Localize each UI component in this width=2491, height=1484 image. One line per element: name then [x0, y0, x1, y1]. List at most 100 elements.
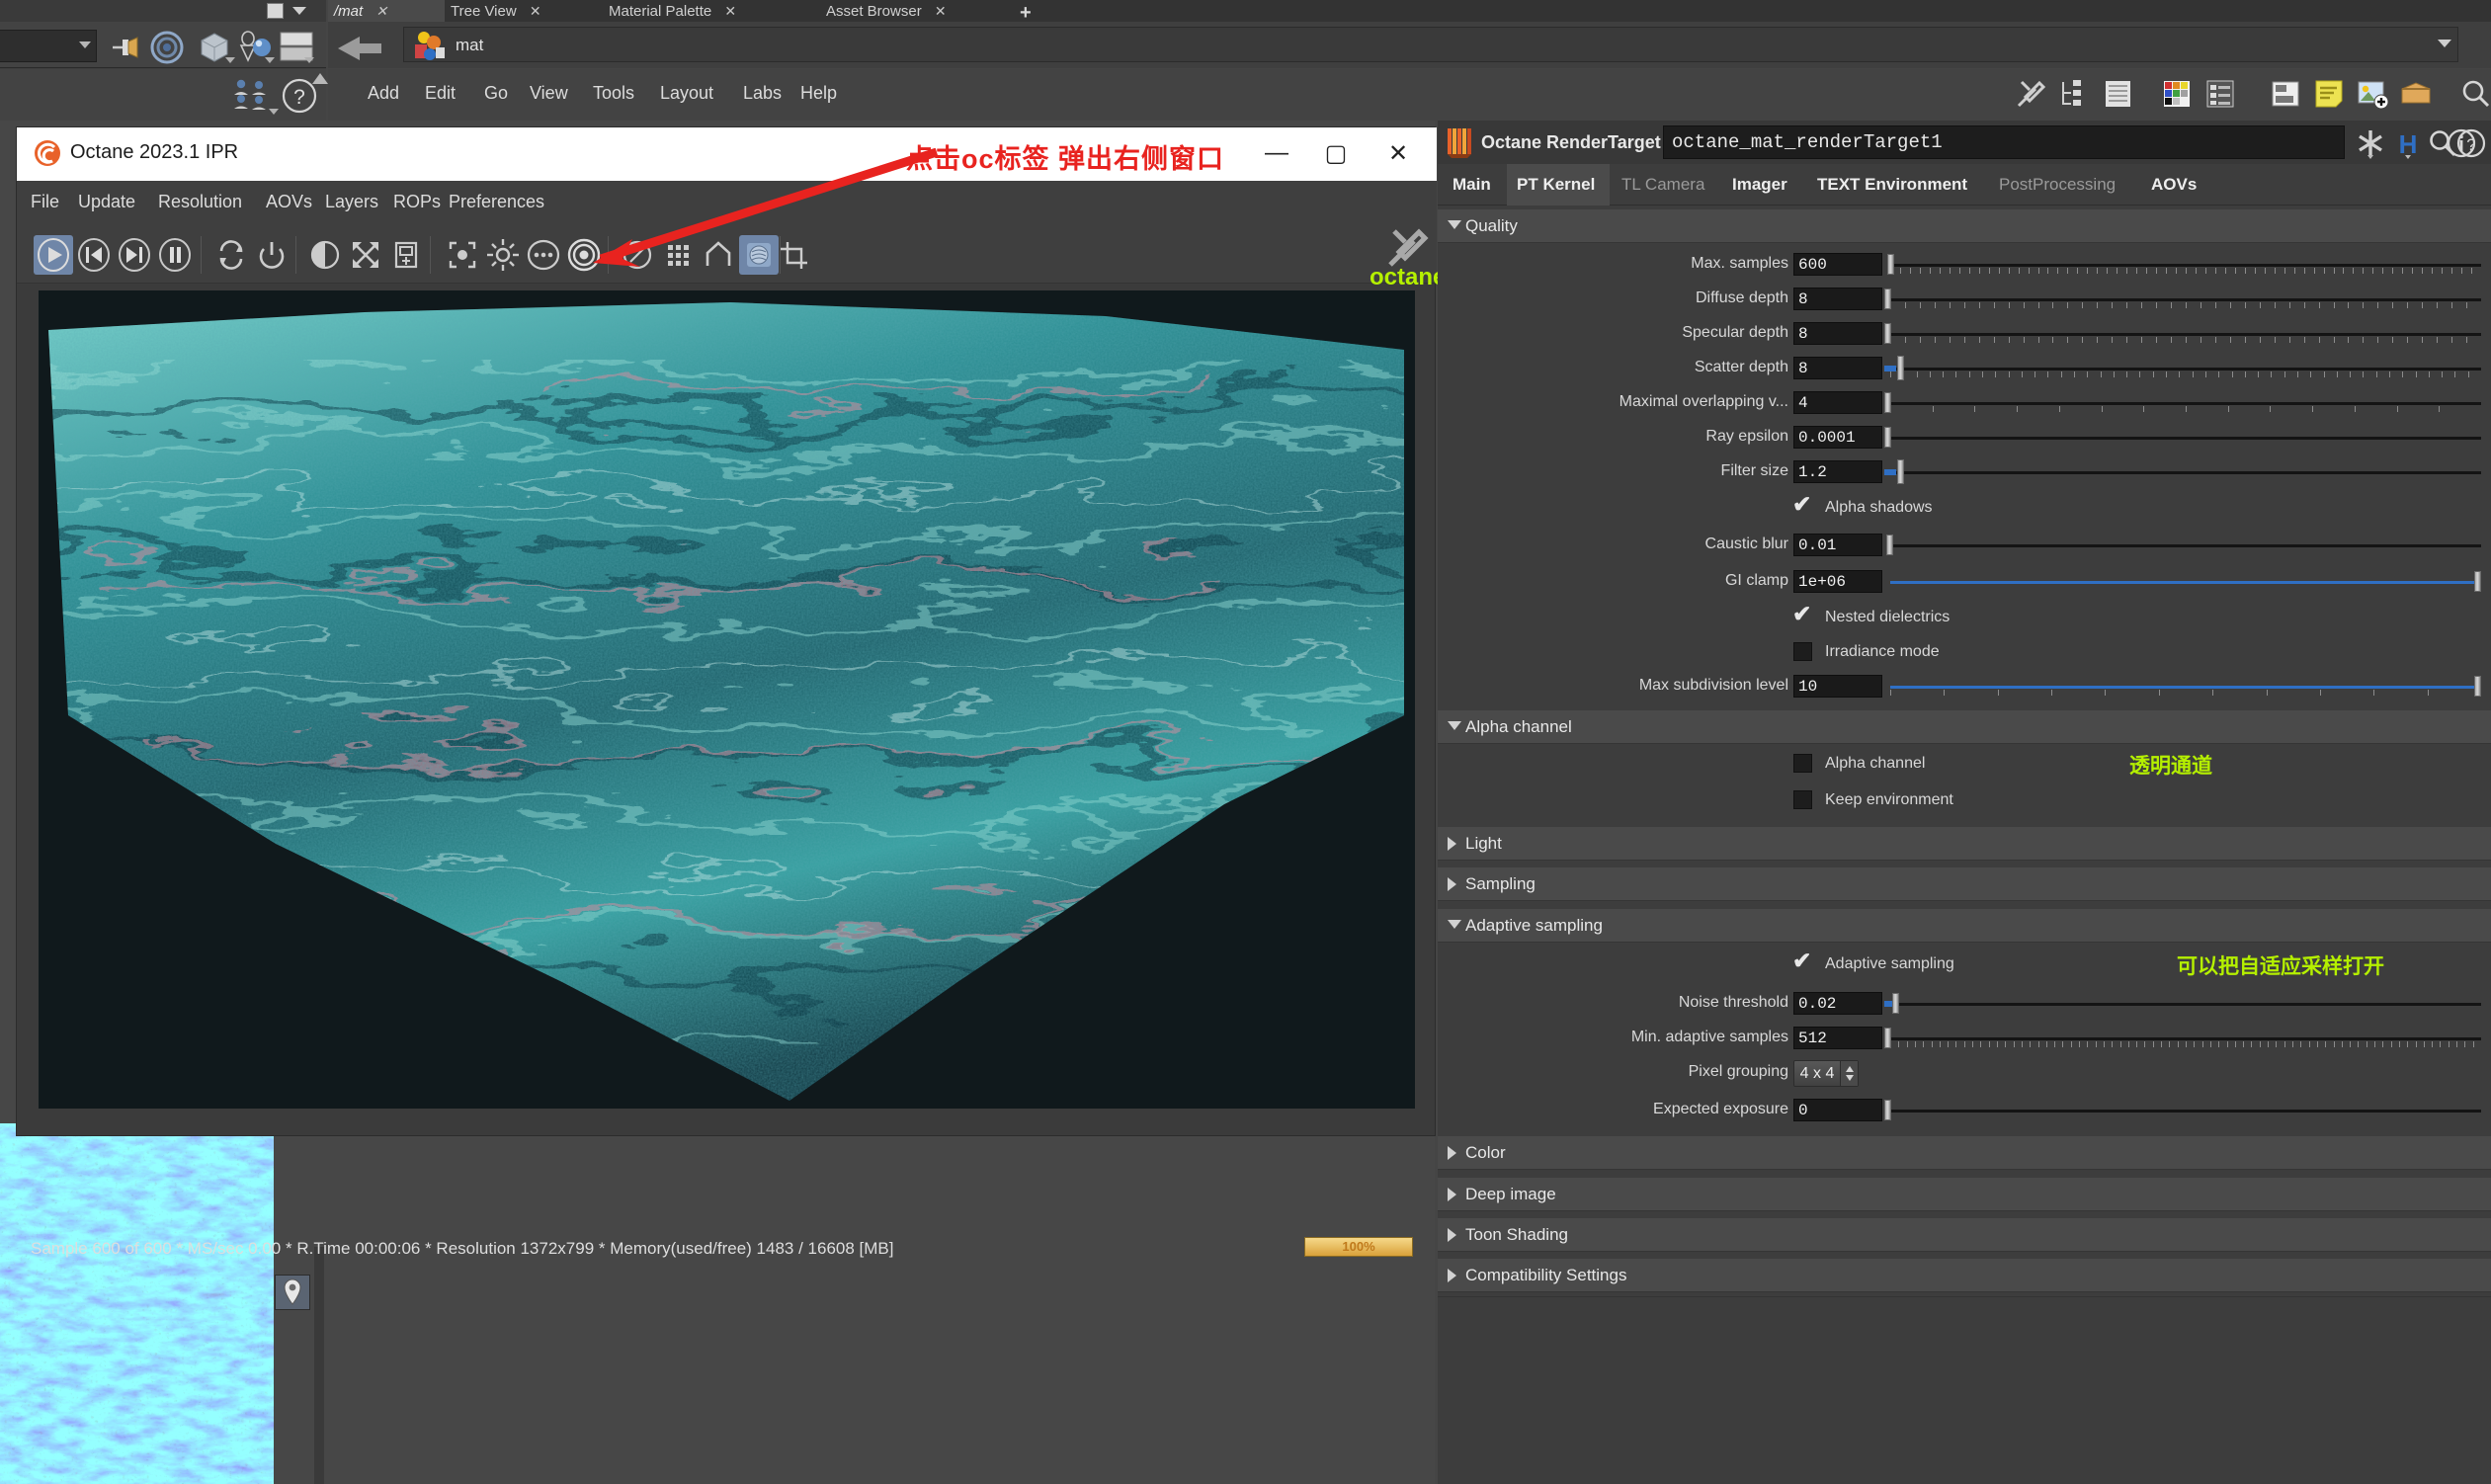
param-slider[interactable]	[1884, 391, 2485, 414]
param-slider[interactable]	[1884, 675, 2485, 698]
octane-ipr-window[interactable]: Octane 2023.1 IPR 点击oc标签 弹出右侧窗口 — ▢ ✕ Fi…	[16, 126, 1437, 1258]
param-slider[interactable]	[1884, 253, 2485, 276]
tab-tl-camera[interactable]: TL Camera	[1612, 164, 1720, 206]
crop-icon[interactable]	[774, 235, 813, 275]
param-diffuse-depth[interactable]: Diffuse depth 8	[1438, 288, 2491, 310]
param-slider[interactable]	[1884, 426, 2485, 449]
close-icon[interactable]: ✕	[375, 3, 387, 19]
param-slider[interactable]	[1884, 322, 2485, 345]
param-slider[interactable]	[1884, 570, 2485, 593]
stepper[interactable]	[1840, 1061, 1858, 1086]
param-max-samples[interactable]: Max. samples 600	[1438, 253, 2491, 276]
param-input[interactable]: 8	[1793, 322, 1882, 345]
param-input[interactable]: 0.01	[1793, 534, 1882, 556]
tab-postprocessing[interactable]: PostProcessing	[1989, 164, 2139, 206]
fit-expand-icon[interactable]	[346, 235, 385, 275]
slider-handle[interactable]	[1897, 356, 1904, 380]
ipr-menu-update[interactable]: Update	[78, 192, 135, 212]
viewport-pin-marker[interactable]	[275, 1275, 310, 1310]
param-pixel-grouping[interactable]: Pixel grouping 4 x 4	[1438, 1060, 2491, 1087]
ipr-render-view[interactable]	[39, 290, 1415, 1109]
slider-handle[interactable]	[2474, 571, 2481, 592]
param-caustic-blur[interactable]: Caustic blur 0.01	[1438, 534, 2491, 556]
slider-handle[interactable]	[1897, 459, 1904, 484]
slider-handle[interactable]	[1886, 535, 1893, 555]
checkbox[interactable]	[1792, 601, 1812, 627]
tab-pt-kernel[interactable]: PT Kernel	[1507, 164, 1610, 206]
grid-icon[interactable]	[658, 235, 698, 275]
param-input[interactable]: 8	[1793, 357, 1882, 379]
param-alpha-channel[interactable]: Alpha channel 透明通道	[1438, 753, 2491, 778]
chevron-down-icon[interactable]	[1448, 721, 1461, 730]
param-scatter-depth[interactable]: Scatter depth 8	[1438, 356, 2491, 380]
param-input[interactable]: 0	[1793, 1099, 1882, 1121]
render-play-icon[interactable]	[34, 235, 73, 275]
focus-region-icon[interactable]	[443, 235, 482, 275]
param-slider[interactable]	[1884, 356, 2485, 380]
param-input[interactable]: 10	[1793, 675, 1882, 698]
chevron-right-icon[interactable]	[1448, 877, 1456, 891]
search-icon[interactable]	[2458, 77, 2491, 111]
target-icon[interactable]	[150, 31, 184, 64]
param-input[interactable]: 4	[1793, 391, 1882, 414]
chevron-right-icon[interactable]	[1448, 1146, 1456, 1160]
pane-tab-tree-view[interactable]: Tree View ✕	[445, 0, 603, 22]
close-icon[interactable]: ✕	[935, 3, 947, 19]
section-header-toon-shading[interactable]: Toon Shading	[1438, 1218, 2491, 1252]
section-header-alpha-channel[interactable]: Alpha channel	[1438, 710, 2491, 744]
param-nested-dielectrics[interactable]: Nested dielectrics	[1438, 601, 2491, 629]
network-path-field[interactable]: mat	[403, 27, 2458, 62]
skip-forward-icon[interactable]	[115, 235, 154, 275]
slider-handle[interactable]	[1884, 289, 1891, 309]
section-header-deep-image[interactable]: Deep image	[1438, 1178, 2491, 1211]
chevron-right-icon[interactable]	[1448, 1228, 1456, 1242]
param-slider[interactable]	[1884, 1099, 2485, 1121]
chevron-down-icon[interactable]	[265, 57, 275, 63]
chevron-up-icon[interactable]	[1846, 1066, 1854, 1072]
exposure-icon[interactable]	[483, 235, 523, 275]
section-header-adaptive-sampling[interactable]: Adaptive sampling	[1438, 909, 2491, 943]
target-focus-icon[interactable]	[564, 235, 604, 275]
param-input[interactable]: 0.02	[1793, 992, 1882, 1015]
compass-icon[interactable]	[618, 235, 657, 275]
checkbox[interactable]	[1792, 948, 1812, 974]
param-input[interactable]: 1.2	[1793, 460, 1882, 483]
checkbox[interactable]	[1793, 642, 1812, 661]
pane-scroll-up-icon[interactable]	[312, 73, 328, 84]
asterisk-icon[interactable]	[2355, 127, 2386, 159]
chevron-right-icon[interactable]	[1448, 837, 1456, 851]
param-input[interactable]: 512	[1793, 1027, 1882, 1049]
param-input[interactable]: 1e+06	[1793, 570, 1882, 593]
param-irradiance-mode[interactable]: Irradiance mode	[1438, 641, 2491, 664]
section-header-color[interactable]: Color	[1438, 1136, 2491, 1170]
menu-layout[interactable]: Layout	[660, 83, 713, 104]
slider-handle[interactable]	[1884, 323, 1891, 344]
param-input[interactable]: 8	[1793, 288, 1882, 310]
duplicate-icon[interactable]	[386, 235, 426, 275]
close-icon[interactable]: ✕	[530, 3, 541, 19]
power-icon[interactable]	[252, 235, 291, 275]
ipr-titlebar[interactable]: Octane 2023.1 IPR 点击oc标签 弹出右侧窗口 — ▢ ✕	[17, 127, 1437, 181]
param-slider[interactable]	[1884, 992, 2485, 1015]
chevron-right-icon[interactable]	[1448, 1188, 1456, 1201]
layout-panes-icon[interactable]	[2269, 77, 2302, 111]
menu-add[interactable]: Add	[368, 83, 399, 104]
chevron-down-icon[interactable]	[269, 109, 279, 115]
param-alpha-shadows[interactable]: Alpha shadows	[1438, 491, 2491, 520]
menu-edit[interactable]: Edit	[425, 83, 456, 104]
ipr-menu-rops[interactable]: ROPs	[393, 192, 441, 212]
section-header-compatibility-settings[interactable]: Compatibility Settings	[1438, 1259, 2491, 1292]
chevron-right-icon[interactable]	[1448, 1269, 1456, 1282]
param-keep-environment[interactable]: Keep environment	[1438, 789, 2491, 812]
add-image-icon[interactable]	[2356, 77, 2389, 111]
param-ray-epsilon[interactable]: Ray epsilon 0.0001	[1438, 426, 2491, 449]
checkbox[interactable]	[1792, 491, 1812, 518]
ipr-menu-resolution[interactable]: Resolution	[158, 192, 242, 212]
chevron-down-icon[interactable]	[304, 57, 314, 63]
param-min-adaptive-samples[interactable]: Min. adaptive samples 512	[1438, 1027, 2491, 1049]
pane-tab-asset-browser[interactable]: Asset Browser ✕	[820, 0, 1016, 22]
param-gi-clamp[interactable]: GI clamp 1e+06	[1438, 570, 2491, 593]
chevron-down-icon[interactable]	[292, 7, 306, 15]
pause-icon[interactable]	[155, 235, 195, 275]
rendertarget-name-input[interactable]: octane_mat_renderTarget1	[1663, 125, 2345, 159]
